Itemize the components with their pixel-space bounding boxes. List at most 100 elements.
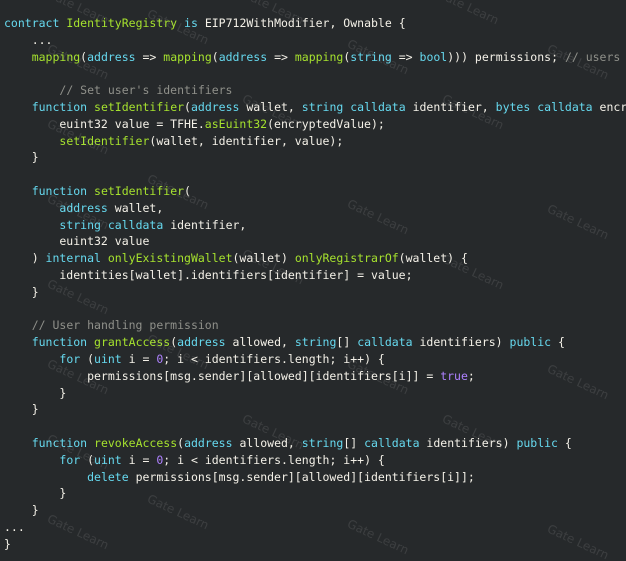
code-token: for bbox=[59, 351, 81, 366]
code-line: ) internal onlyExistingWallet(wallet) on… bbox=[4, 250, 626, 267]
code-token: } bbox=[4, 486, 67, 501]
code-line: function setIdentifier(address wallet, s… bbox=[4, 99, 626, 116]
code-token: ; i < identifiers.length; i++) { bbox=[163, 452, 385, 467]
code-token: address bbox=[177, 335, 226, 350]
code-token: identifiers) bbox=[412, 335, 510, 350]
code-token: } bbox=[4, 536, 11, 551]
code-token: (wallet, identifier, value); bbox=[149, 133, 344, 148]
code-token: onlyRegistrarOf bbox=[294, 251, 399, 266]
code-editor: contract IdentityRegistry is EIP712WithM… bbox=[0, 0, 626, 561]
code-token: identifier, bbox=[405, 99, 496, 114]
code-line: // Set user's identifiers bbox=[4, 82, 626, 99]
code-token: euint32 value bbox=[4, 234, 150, 249]
code-token: ) bbox=[4, 251, 46, 266]
code-token: address bbox=[59, 200, 108, 215]
code-token: calldata bbox=[357, 335, 413, 350]
code-line: permissions[msg.sender][allowed][identif… bbox=[4, 368, 626, 385]
code-token: ( bbox=[80, 452, 95, 467]
code-token: contract bbox=[4, 16, 60, 30]
code-token: EIP712WithModifier, Ownable { bbox=[197, 16, 406, 30]
code-token: public bbox=[509, 335, 552, 350]
code-token: (wallet) { bbox=[398, 251, 468, 266]
code-token: bytes bbox=[495, 99, 531, 114]
code-token: asEuint32 bbox=[204, 116, 268, 131]
code-line: euint32 value = TFHE.asEuint32(encrypted… bbox=[4, 116, 626, 133]
code-token: permissions[msg.sender][allowed][identif… bbox=[128, 469, 475, 484]
code-token: { bbox=[551, 335, 565, 350]
code-token: calldata bbox=[537, 99, 593, 114]
code-token: grantAccess bbox=[94, 335, 171, 350]
code-token: i = bbox=[121, 452, 157, 467]
code-line: } bbox=[4, 284, 626, 301]
code-token: function bbox=[31, 435, 88, 450]
code-token: address bbox=[218, 49, 268, 64]
code-token: wallet, bbox=[239, 99, 302, 114]
code-token: string bbox=[301, 99, 344, 114]
code-token: IdentityRegistry bbox=[66, 16, 178, 30]
code-token: function bbox=[31, 99, 88, 114]
code-token: function bbox=[31, 335, 88, 350]
code-line: function grantAccess(address allowed, st… bbox=[4, 334, 626, 351]
code-token: ... bbox=[4, 519, 25, 534]
code-line: setIdentifier(wallet, identifier, value)… bbox=[4, 133, 626, 150]
code-token: calldata bbox=[107, 217, 164, 232]
code-line: string calldata identifier, bbox=[4, 217, 626, 234]
code-line: } bbox=[4, 401, 626, 418]
code-token: encrypt bbox=[599, 99, 626, 114]
code-token: identifiers) bbox=[419, 435, 517, 450]
code-token: address bbox=[190, 99, 240, 114]
code-token: } bbox=[4, 402, 39, 417]
code-block: contract IdentityRegistry is EIP712WithM… bbox=[4, 15, 626, 553]
code-token: allowed, bbox=[232, 435, 302, 450]
code-line: address wallet, bbox=[4, 200, 626, 217]
code-token: string bbox=[294, 335, 337, 350]
code-token: [] bbox=[343, 435, 365, 450]
code-token: delete bbox=[87, 469, 129, 484]
code-token: mapping bbox=[294, 49, 344, 64]
code-token: i = bbox=[121, 351, 157, 366]
code-token: public bbox=[516, 435, 558, 450]
code-token: wallet, bbox=[107, 200, 164, 215]
code-token: ( bbox=[184, 183, 191, 198]
code-token: => bbox=[391, 49, 420, 64]
code-line: } bbox=[4, 536, 626, 553]
code-token: } bbox=[4, 503, 39, 518]
code-token: mapping bbox=[163, 49, 212, 64]
code-token: (wallet) bbox=[232, 251, 295, 266]
code-token: // Set user's identifiers bbox=[59, 83, 233, 98]
code-token: true bbox=[440, 368, 468, 383]
code-line: euint32 value bbox=[4, 233, 626, 250]
code-token: bool bbox=[419, 49, 448, 64]
code-token: ( bbox=[184, 99, 191, 114]
code-line: contract IdentityRegistry is EIP712WithM… bbox=[4, 15, 626, 32]
code-token: mapping bbox=[31, 49, 81, 64]
code-token: } bbox=[4, 385, 67, 400]
code-token: string bbox=[59, 217, 101, 232]
code-token: onlyExistingWallet bbox=[107, 251, 233, 266]
code-token: ; i < identifiers.length; i++) { bbox=[163, 351, 385, 366]
code-line: for (uint i = 0; i < identifiers.length;… bbox=[4, 452, 626, 469]
code-token: // users => bbox=[564, 49, 621, 64]
code-token: is bbox=[184, 16, 198, 30]
code-token: ... bbox=[4, 32, 53, 47]
code-token: identifier, bbox=[163, 217, 247, 232]
code-token: ( bbox=[211, 49, 219, 64]
code-token: (encryptedValue); bbox=[267, 116, 385, 131]
code-token: setIdentifier bbox=[94, 183, 185, 198]
